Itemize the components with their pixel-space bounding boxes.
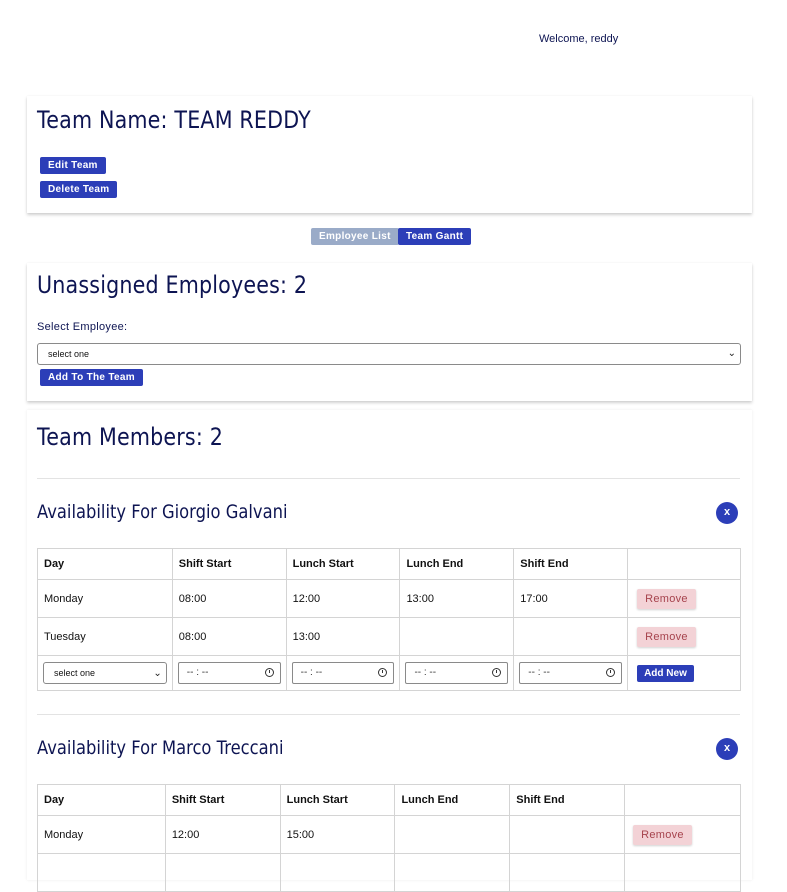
team-card: Team Name: TEAM REDDY Edit Team Delete T…: [27, 96, 752, 213]
table-header-row: Day Shift Start Lunch Start Lunch End Sh…: [37, 548, 741, 580]
delete-team-button[interactable]: Delete Team: [40, 181, 118, 198]
team-members-title: Team Members: 2: [37, 423, 224, 451]
availability-heading: Availability For Marco Treccani: [37, 737, 284, 759]
cell-day: Monday: [37, 815, 166, 854]
column-header-actions: [627, 548, 741, 580]
availability-table: Day Shift Start Lunch Start Lunch End Sh…: [37, 548, 741, 691]
cell-shift-end: [509, 815, 626, 854]
add-to-team-button[interactable]: Add To The Team: [40, 369, 143, 386]
cell-lunch-end: 13:00: [399, 579, 515, 618]
employee-list-button[interactable]: Employee List: [311, 228, 399, 245]
availability-heading: Availability For Giorgio Galvani: [37, 501, 288, 523]
cell-shift-start: 08:00: [171, 579, 287, 618]
clock-icon: [606, 668, 616, 677]
cell-day-input: select one ⌄: [37, 655, 173, 691]
column-header-lunch-end: Lunch End: [399, 548, 515, 580]
employee-select[interactable]: select one ⌄: [37, 343, 741, 365]
divider: [37, 714, 740, 715]
column-header-lunch-start: Lunch Start: [279, 784, 396, 816]
cell-shift-end: [513, 617, 629, 656]
time-placeholder: -- : --: [300, 667, 323, 678]
cell-actions: Remove: [627, 617, 741, 656]
remove-button[interactable]: Remove: [633, 824, 692, 845]
remove-button[interactable]: Remove: [637, 588, 696, 609]
chevron-down-icon: ⌄: [727, 348, 736, 359]
cell-shift-end-input: -- : --: [513, 655, 629, 691]
column-header-lunch-end: Lunch End: [394, 784, 511, 816]
column-header-shift-end: Shift End: [509, 784, 626, 816]
table-row: Tuesday 08:00 13:00 Remove: [37, 617, 741, 656]
cell-lunch-end-input: -- : --: [399, 655, 515, 691]
team-members-card: Team Members: 2 Availability For Giorgio…: [27, 410, 752, 892]
day-select-value: select one: [54, 668, 96, 678]
column-header-day: Day: [37, 784, 166, 816]
column-header-actions: [624, 784, 741, 816]
chevron-down-icon: ⌄: [153, 668, 162, 679]
column-header-shift-start: Shift Start: [164, 784, 281, 816]
divider: [37, 478, 740, 479]
table-row: [37, 853, 741, 892]
employee-select-value: select one: [48, 349, 90, 359]
unassigned-title: Unassigned Employees: 2: [37, 271, 308, 299]
day-select[interactable]: select one ⌄: [43, 662, 167, 684]
cell-day: Monday: [37, 579, 173, 618]
table-row: Monday 08:00 12:00 13:00 17:00 Remove: [37, 579, 741, 618]
cell-shift-end: 17:00: [513, 579, 629, 618]
lunch-start-time-input[interactable]: -- : --: [291, 662, 395, 684]
cell-shift-start: 12:00: [164, 815, 281, 854]
cell-lunch-start: 15:00: [279, 815, 396, 854]
cell-actions: Remove: [624, 815, 741, 854]
shift-start-time-input[interactable]: -- : --: [177, 662, 281, 684]
lunch-end-time-input[interactable]: -- : --: [405, 662, 509, 684]
cell-lunch-start: 12:00: [285, 579, 401, 618]
time-placeholder: -- : --: [528, 667, 550, 678]
table-header-row: Day Shift Start Lunch Start Lunch End Sh…: [37, 784, 741, 816]
clock-icon: [264, 668, 274, 677]
select-employee-label: Select Employee:: [37, 321, 128, 333]
clock-icon: [378, 668, 388, 677]
remove-button[interactable]: Remove: [637, 626, 696, 647]
availability-table: Day Shift Start Lunch Start Lunch End Sh…: [37, 784, 741, 892]
edit-team-button[interactable]: Edit Team: [40, 157, 106, 174]
add-new-button[interactable]: Add New: [637, 664, 694, 682]
column-header-day: Day: [37, 548, 173, 580]
welcome-text: Welcome, reddy: [539, 33, 619, 45]
cell-day: Tuesday: [37, 617, 173, 656]
new-availability-row: select one ⌄ -- : -- -- : -- -- : -- -- …: [37, 655, 741, 691]
unassigned-card: Unassigned Employees: 2 Select Employee:…: [27, 263, 752, 401]
clock-icon: [492, 668, 502, 677]
table-row: Monday 12:00 15:00 Remove: [37, 815, 741, 854]
cell-lunch-end: [399, 617, 515, 656]
team-gantt-button[interactable]: Team Gantt: [398, 228, 472, 245]
team-name-title: Team Name: TEAM REDDY: [37, 106, 311, 134]
cell-shift-start-input: -- : --: [171, 655, 287, 691]
time-placeholder: -- : --: [186, 667, 209, 678]
cell-actions: Remove: [627, 579, 741, 618]
time-placeholder: -- : --: [414, 667, 437, 678]
cell-lunch-start-input: -- : --: [285, 655, 401, 691]
column-header-shift-start: Shift Start: [171, 548, 287, 580]
cell-lunch-end: [394, 815, 511, 854]
column-header-lunch-start: Lunch Start: [285, 548, 401, 580]
cell-lunch-start: 13:00: [285, 617, 401, 656]
close-button[interactable]: x: [716, 738, 738, 760]
cell-shift-start: 08:00: [171, 617, 287, 656]
shift-end-time-input[interactable]: -- : --: [519, 662, 623, 684]
column-header-shift-end: Shift End: [513, 548, 629, 580]
cell-add-action: Add New: [627, 655, 741, 691]
close-button[interactable]: x: [716, 502, 738, 524]
